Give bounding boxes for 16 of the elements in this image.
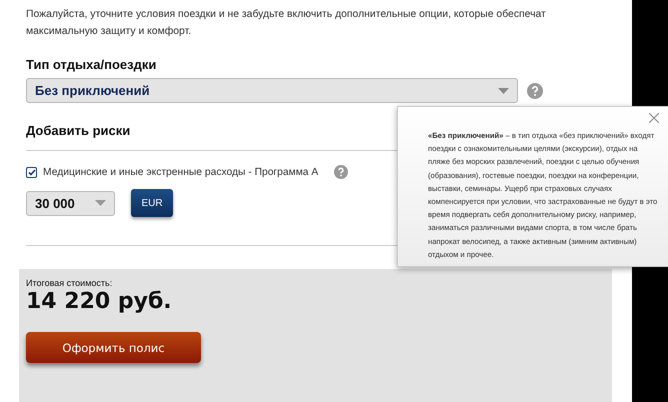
intro-text: Пожалуйста, уточните условия поездки и не забудьте включить дополнительные опции, которые обеспечат максимальную защиту и комфорт. [26, 8, 547, 39]
help-icon[interactable] [334, 165, 348, 179]
section-heading: Добавить риски [26, 123, 130, 138]
total-label: Итоговая стоимость: [26, 278, 114, 288]
section-heading: Тип отдыха/поездки [26, 57, 156, 72]
close-icon[interactable] [649, 113, 659, 123]
amount-select[interactable]: 30 000 [26, 190, 115, 216]
caret-icon [95, 200, 106, 206]
currency-button[interactable]: EUR [131, 189, 173, 217]
total-price: 14 220 руб. [26, 289, 173, 314]
trip-type-select[interactable]: Без приключений [26, 78, 518, 103]
risk-label: Медицинские и иные экстренные расходы - Программа А [43, 166, 318, 178]
checkbox[interactable] [26, 166, 37, 178]
caret-icon [498, 88, 509, 94]
order-button[interactable]: Оформить полис [26, 332, 201, 363]
help-icon[interactable] [527, 82, 543, 98]
